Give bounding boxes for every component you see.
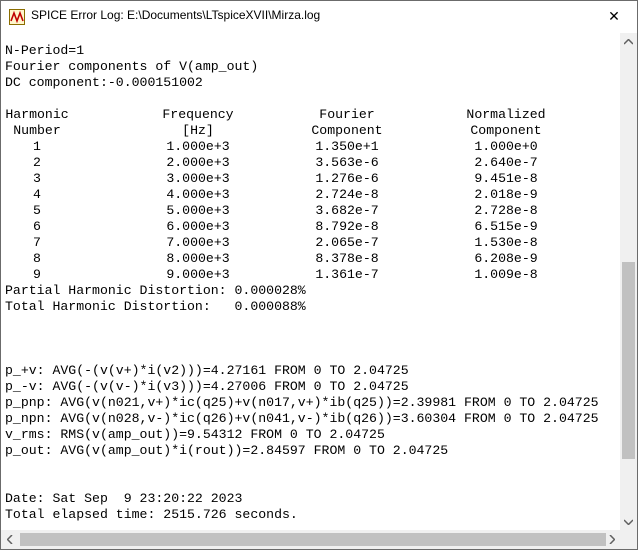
title-bar[interactable]: SPICE Error Log: E:\Documents\LTspiceXVI… bbox=[1, 1, 637, 32]
table-cell: 1 bbox=[33, 139, 41, 154]
close-button[interactable]: ✕ bbox=[591, 1, 637, 32]
table-cell: 4 bbox=[33, 187, 41, 202]
scroll-left-arrow-icon[interactable] bbox=[1, 531, 18, 548]
measurement-line: p_out: AVG(v(amp_out)*i(rout))=2.84597 F… bbox=[5, 443, 449, 458]
measurement-line: p_npn: AVG(v(n028,v-)*ic(q26)+v(n041,v-)… bbox=[5, 411, 599, 426]
table-cell: 2.065e-7 bbox=[315, 235, 379, 250]
table-cell: 2.640e-7 bbox=[474, 155, 538, 170]
table-cell: 3.563e-6 bbox=[315, 155, 379, 170]
close-icon: ✕ bbox=[608, 8, 620, 25]
scroll-down-arrow-icon[interactable] bbox=[620, 513, 637, 530]
measurement-line: p_pnp: AVG(v(n021,v+)*ic(q25)+v(n017,v+)… bbox=[5, 395, 599, 410]
table-cell: 1.350e+1 bbox=[315, 139, 379, 154]
header-line: Fourier components of V(amp_out) bbox=[5, 59, 259, 74]
distortion-line: Total Harmonic Distortion: 0.000088% bbox=[5, 299, 306, 314]
table-cell: 3.682e-7 bbox=[315, 203, 379, 218]
table-header: Component bbox=[470, 123, 542, 138]
header-line: N-Period=1 bbox=[5, 43, 85, 58]
table-cell: 2.728e-8 bbox=[474, 203, 538, 218]
table-cell: 9.000e+3 bbox=[166, 267, 230, 282]
table-cell: 1.000e+0 bbox=[474, 139, 538, 154]
table-cell: 6.208e-9 bbox=[474, 251, 538, 266]
table-cell: 8.792e-8 bbox=[315, 219, 379, 234]
table-cell: 8.378e-8 bbox=[315, 251, 379, 266]
table-cell: 2.018e-9 bbox=[474, 187, 538, 202]
table-cell: 9 bbox=[33, 267, 41, 282]
table-cell: 6.515e-9 bbox=[474, 219, 538, 234]
table-cell: 1.009e-8 bbox=[474, 267, 538, 282]
table-cell: 3 bbox=[33, 171, 41, 186]
table-cell: 1.000e+3 bbox=[166, 139, 230, 154]
horizontal-scroll-thumb[interactable] bbox=[20, 533, 606, 546]
table-cell: 1.276e-6 bbox=[315, 171, 379, 186]
table-cell: 6 bbox=[33, 219, 41, 234]
table-cell: 6.000e+3 bbox=[166, 219, 230, 234]
table-cell: 8 bbox=[33, 251, 41, 266]
table-header: Number bbox=[13, 123, 61, 138]
footer-line: Date: Sat Sep 9 23:20:22 2023 bbox=[5, 491, 243, 506]
table-cell: 5 bbox=[33, 203, 41, 218]
table-header: Component bbox=[311, 123, 383, 138]
table-cell: 2 bbox=[33, 155, 41, 170]
measurement-line: p_-v: AVG(-(v(v-)*i(v3)))=4.27006 FROM 0… bbox=[5, 379, 409, 394]
vertical-scroll-thumb[interactable] bbox=[622, 262, 635, 459]
header-line: DC component:-0.000151002 bbox=[5, 75, 203, 90]
distortion-line: Partial Harmonic Distortion: 0.000028% bbox=[5, 283, 306, 298]
table-cell: 2.000e+3 bbox=[166, 155, 230, 170]
table-cell: 3.000e+3 bbox=[166, 171, 230, 186]
scroll-up-arrow-icon[interactable] bbox=[620, 33, 637, 50]
table-header: Fourier bbox=[319, 107, 375, 122]
horizontal-scrollbar[interactable] bbox=[1, 530, 620, 549]
measurement-line: v_rms: RMS(v(amp_out))=9.54312 FROM 0 TO… bbox=[5, 427, 385, 442]
log-text-area[interactable]: N-Period=1 Fourier components of V(amp_o… bbox=[1, 33, 620, 530]
footer-line: Total elapsed time: 2515.726 seconds. bbox=[5, 507, 298, 522]
table-cell: 1.530e-8 bbox=[474, 235, 538, 250]
ltspice-app-icon bbox=[9, 9, 25, 25]
table-cell: 4.000e+3 bbox=[166, 187, 230, 202]
table-cell: 5.000e+3 bbox=[166, 203, 230, 218]
measurement-line: p_+v: AVG(-(v(v+)*i(v2)))=4.27161 FROM 0… bbox=[5, 363, 409, 378]
table-cell: 9.451e-8 bbox=[474, 171, 538, 186]
table-header: Frequency bbox=[162, 107, 234, 122]
scrollbar-corner bbox=[620, 530, 637, 549]
table-cell: 7 bbox=[33, 235, 41, 250]
table-cell: 1.361e-7 bbox=[315, 267, 379, 282]
table-cell: 7.000e+3 bbox=[166, 235, 230, 250]
vertical-scrollbar[interactable] bbox=[620, 33, 637, 530]
table-header: Harmonic bbox=[5, 107, 69, 122]
table-cell: 8.000e+3 bbox=[166, 251, 230, 266]
table-header: [Hz] bbox=[182, 123, 214, 138]
table-header: Normalized bbox=[466, 107, 546, 122]
table-cell: 2.724e-8 bbox=[315, 187, 379, 202]
log-window: SPICE Error Log: E:\Documents\LTspiceXVI… bbox=[0, 0, 638, 550]
window-title: SPICE Error Log: E:\Documents\LTspiceXVI… bbox=[31, 8, 321, 22]
scroll-right-arrow-icon[interactable] bbox=[603, 531, 620, 548]
